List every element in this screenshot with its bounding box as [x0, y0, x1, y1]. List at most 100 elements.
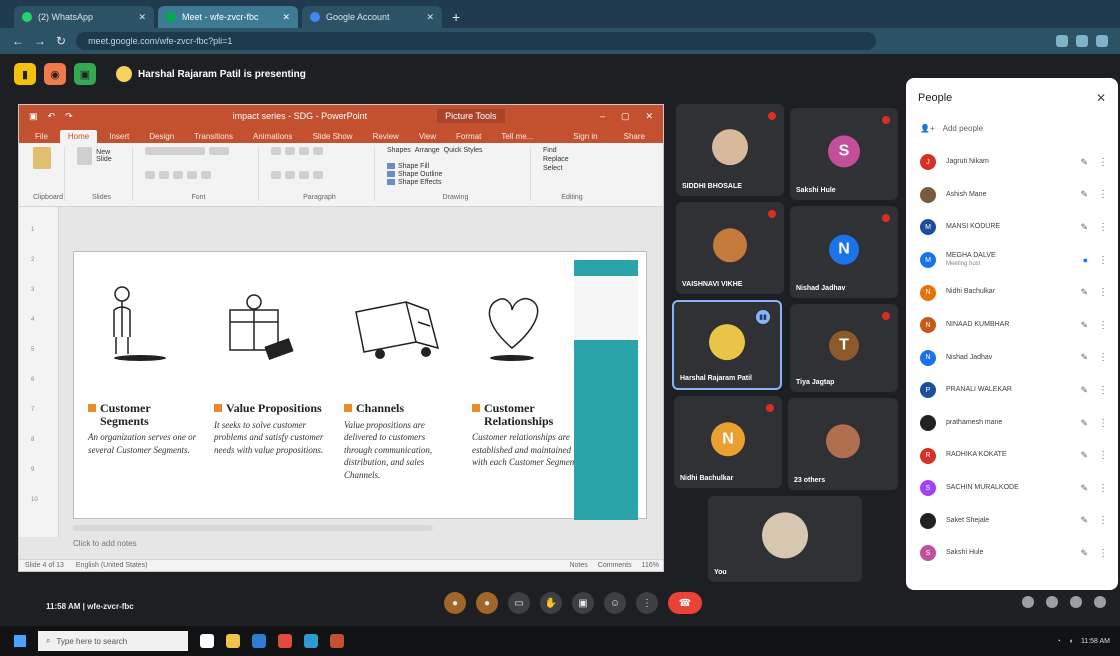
list-item[interactable]: S SACHIN MURALKODE ✎ ⋮	[906, 472, 1118, 505]
add-people-button[interactable]: 👤+ Add people	[906, 118, 1118, 138]
paste-icon[interactable]	[33, 147, 51, 169]
video-tile[interactable]: T Tiya Jagtap	[790, 304, 898, 392]
list-item[interactable]: N Nishad Jadhav ✎ ⋮	[906, 342, 1118, 375]
tab-whatsapp[interactable]: (2) WhatsApp ✕	[14, 6, 154, 28]
new-slide-icon[interactable]	[77, 147, 93, 165]
close-icon[interactable]: ✕	[282, 12, 290, 23]
notes-toggle[interactable]: Notes	[569, 562, 587, 569]
back-icon[interactable]: ←	[12, 34, 24, 48]
store-icon[interactable]	[252, 634, 266, 648]
strike-icon[interactable]	[187, 170, 197, 179]
more-options-icon[interactable]: ⋮	[1098, 157, 1108, 168]
maximize-icon[interactable]: ▢	[621, 111, 630, 122]
app-icon[interactable]: ◉	[44, 63, 66, 85]
redo-icon[interactable]: ↷	[65, 111, 73, 122]
video-tile-others[interactable]: 23 others	[788, 398, 898, 490]
tab-format[interactable]: Format	[448, 130, 489, 143]
end-call-button[interactable]: ☎	[668, 592, 702, 614]
captions-icon[interactable]: ▭	[508, 592, 530, 614]
reload-icon[interactable]: ↻	[56, 34, 66, 48]
more-options-icon[interactable]: ⋮	[1098, 385, 1108, 396]
more-options-icon[interactable]: ⋮	[1098, 255, 1108, 266]
share-button[interactable]: Share	[616, 130, 653, 143]
align-left-icon[interactable]	[271, 170, 281, 179]
shape-fill-button[interactable]: Shape Fill	[387, 163, 524, 170]
extension-icon[interactable]	[1076, 35, 1088, 47]
mic-off-icon[interactable]: ✎	[1080, 222, 1088, 233]
font-color-icon[interactable]	[201, 170, 211, 179]
outdent-icon[interactable]	[313, 147, 323, 155]
extension-icon[interactable]	[1056, 35, 1068, 47]
more-options-icon[interactable]: ⋮	[1098, 515, 1108, 526]
activities-icon[interactable]	[1094, 596, 1106, 608]
tab-slide-show[interactable]: Slide Show	[305, 130, 361, 143]
select-button[interactable]: Select	[543, 165, 601, 172]
chrome-icon[interactable]	[278, 634, 292, 648]
close-icon[interactable]: ✕	[645, 111, 653, 122]
more-options-icon[interactable]: ⋮	[1098, 548, 1108, 559]
justify-icon[interactable]	[313, 170, 323, 179]
bullets-icon[interactable]	[271, 147, 281, 155]
horizontal-scrollbar[interactable]	[73, 525, 433, 531]
comments-toggle[interactable]: Comments	[598, 562, 632, 569]
profile-icon[interactable]	[1096, 35, 1108, 47]
mic-off-icon[interactable]: ✎	[1080, 483, 1088, 494]
tab-insert[interactable]: Insert	[101, 130, 137, 143]
video-tile[interactable]: SIDDHI BHOSALE	[676, 104, 784, 196]
tab-file[interactable]: File	[27, 130, 56, 143]
list-item[interactable]: R RADHIKA KOKATE ✎ ⋮	[906, 439, 1118, 472]
mic-off-icon[interactable]: ✎	[1080, 450, 1088, 461]
mic-off-icon[interactable]: ✎	[1080, 320, 1088, 331]
more-options-icon[interactable]: ⋮	[1098, 483, 1108, 494]
more-options-icon[interactable]: ⋮	[1098, 450, 1108, 461]
list-item[interactable]: N Nidhi Bachulkar ✎ ⋮	[906, 276, 1118, 309]
underline-icon[interactable]	[173, 170, 183, 179]
mic-button[interactable]: ●	[444, 592, 466, 614]
shape-outline-button[interactable]: Shape Outline	[387, 171, 524, 178]
list-item[interactable]: M MEGHA DALVE Meeting host ● ⋮	[906, 244, 1118, 277]
quick-styles-button[interactable]: Quick Styles	[444, 147, 483, 154]
align-right-icon[interactable]	[299, 170, 309, 179]
mic-off-icon[interactable]: ✎	[1080, 385, 1088, 396]
close-icon[interactable]: ✕	[138, 12, 146, 23]
tab-meet[interactable]: Meet - wfe-zvcr-fbc ✕	[158, 6, 298, 28]
tab-view[interactable]: View	[411, 130, 444, 143]
close-icon[interactable]: ✕	[1096, 91, 1106, 105]
more-options-icon[interactable]: ⋮	[1098, 287, 1108, 298]
reactions-icon[interactable]: ☺	[604, 592, 626, 614]
align-center-icon[interactable]	[285, 170, 295, 179]
mic-off-icon[interactable]: ✎	[1080, 515, 1088, 526]
sheets-icon[interactable]: ▣	[74, 63, 96, 85]
more-options-icon[interactable]: ⋮	[1098, 222, 1108, 233]
more-options-icon[interactable]: ⋮	[1098, 352, 1108, 363]
more-options-icon[interactable]: ⋮	[636, 592, 658, 614]
forward-icon[interactable]: →	[34, 34, 46, 48]
mic-off-icon[interactable]: ✎	[1080, 418, 1088, 429]
numbering-icon[interactable]	[285, 147, 295, 155]
find-button[interactable]: Find	[543, 147, 601, 154]
video-tile[interactable]: VAISHNAVI VIKHE	[676, 202, 784, 294]
powerpoint-icon[interactable]	[330, 634, 344, 648]
video-tile[interactable]: N Nidhi Bachulkar	[674, 396, 782, 488]
video-tile[interactable]: N Nishad Jadhav	[790, 206, 898, 298]
list-item[interactable]: P PRANALI WALEKAR ✎ ⋮	[906, 374, 1118, 407]
camera-button[interactable]: ●	[476, 592, 498, 614]
tab-review[interactable]: Review	[365, 130, 407, 143]
clock[interactable]: 11:58 AM	[1081, 638, 1110, 645]
task-view-icon[interactable]	[200, 634, 214, 648]
shape-effects-button[interactable]: Shape Effects	[387, 179, 524, 186]
info-icon[interactable]	[1022, 596, 1034, 608]
raise-hand-icon[interactable]: ✋	[540, 592, 562, 614]
italic-icon[interactable]	[159, 170, 169, 179]
windows-start-icon[interactable]	[14, 635, 26, 647]
list-item[interactable]: S Sakshi Hule ✎ ⋮	[906, 537, 1118, 570]
indent-icon[interactable]	[299, 147, 309, 155]
mic-off-icon[interactable]: ✎	[1080, 352, 1088, 363]
notes-placeholder[interactable]: Click to add notes	[73, 539, 137, 548]
url-input[interactable]: meet.google.com/wfe-zvcr-fbc?pli=1	[76, 32, 877, 50]
file-explorer-icon[interactable]	[226, 634, 240, 648]
minimize-icon[interactable]: –	[600, 111, 605, 122]
list-item[interactable]: prathamesh mane ✎ ⋮	[906, 407, 1118, 440]
edge-icon[interactable]	[304, 634, 318, 648]
language-status[interactable]: English (United States)	[76, 562, 148, 569]
